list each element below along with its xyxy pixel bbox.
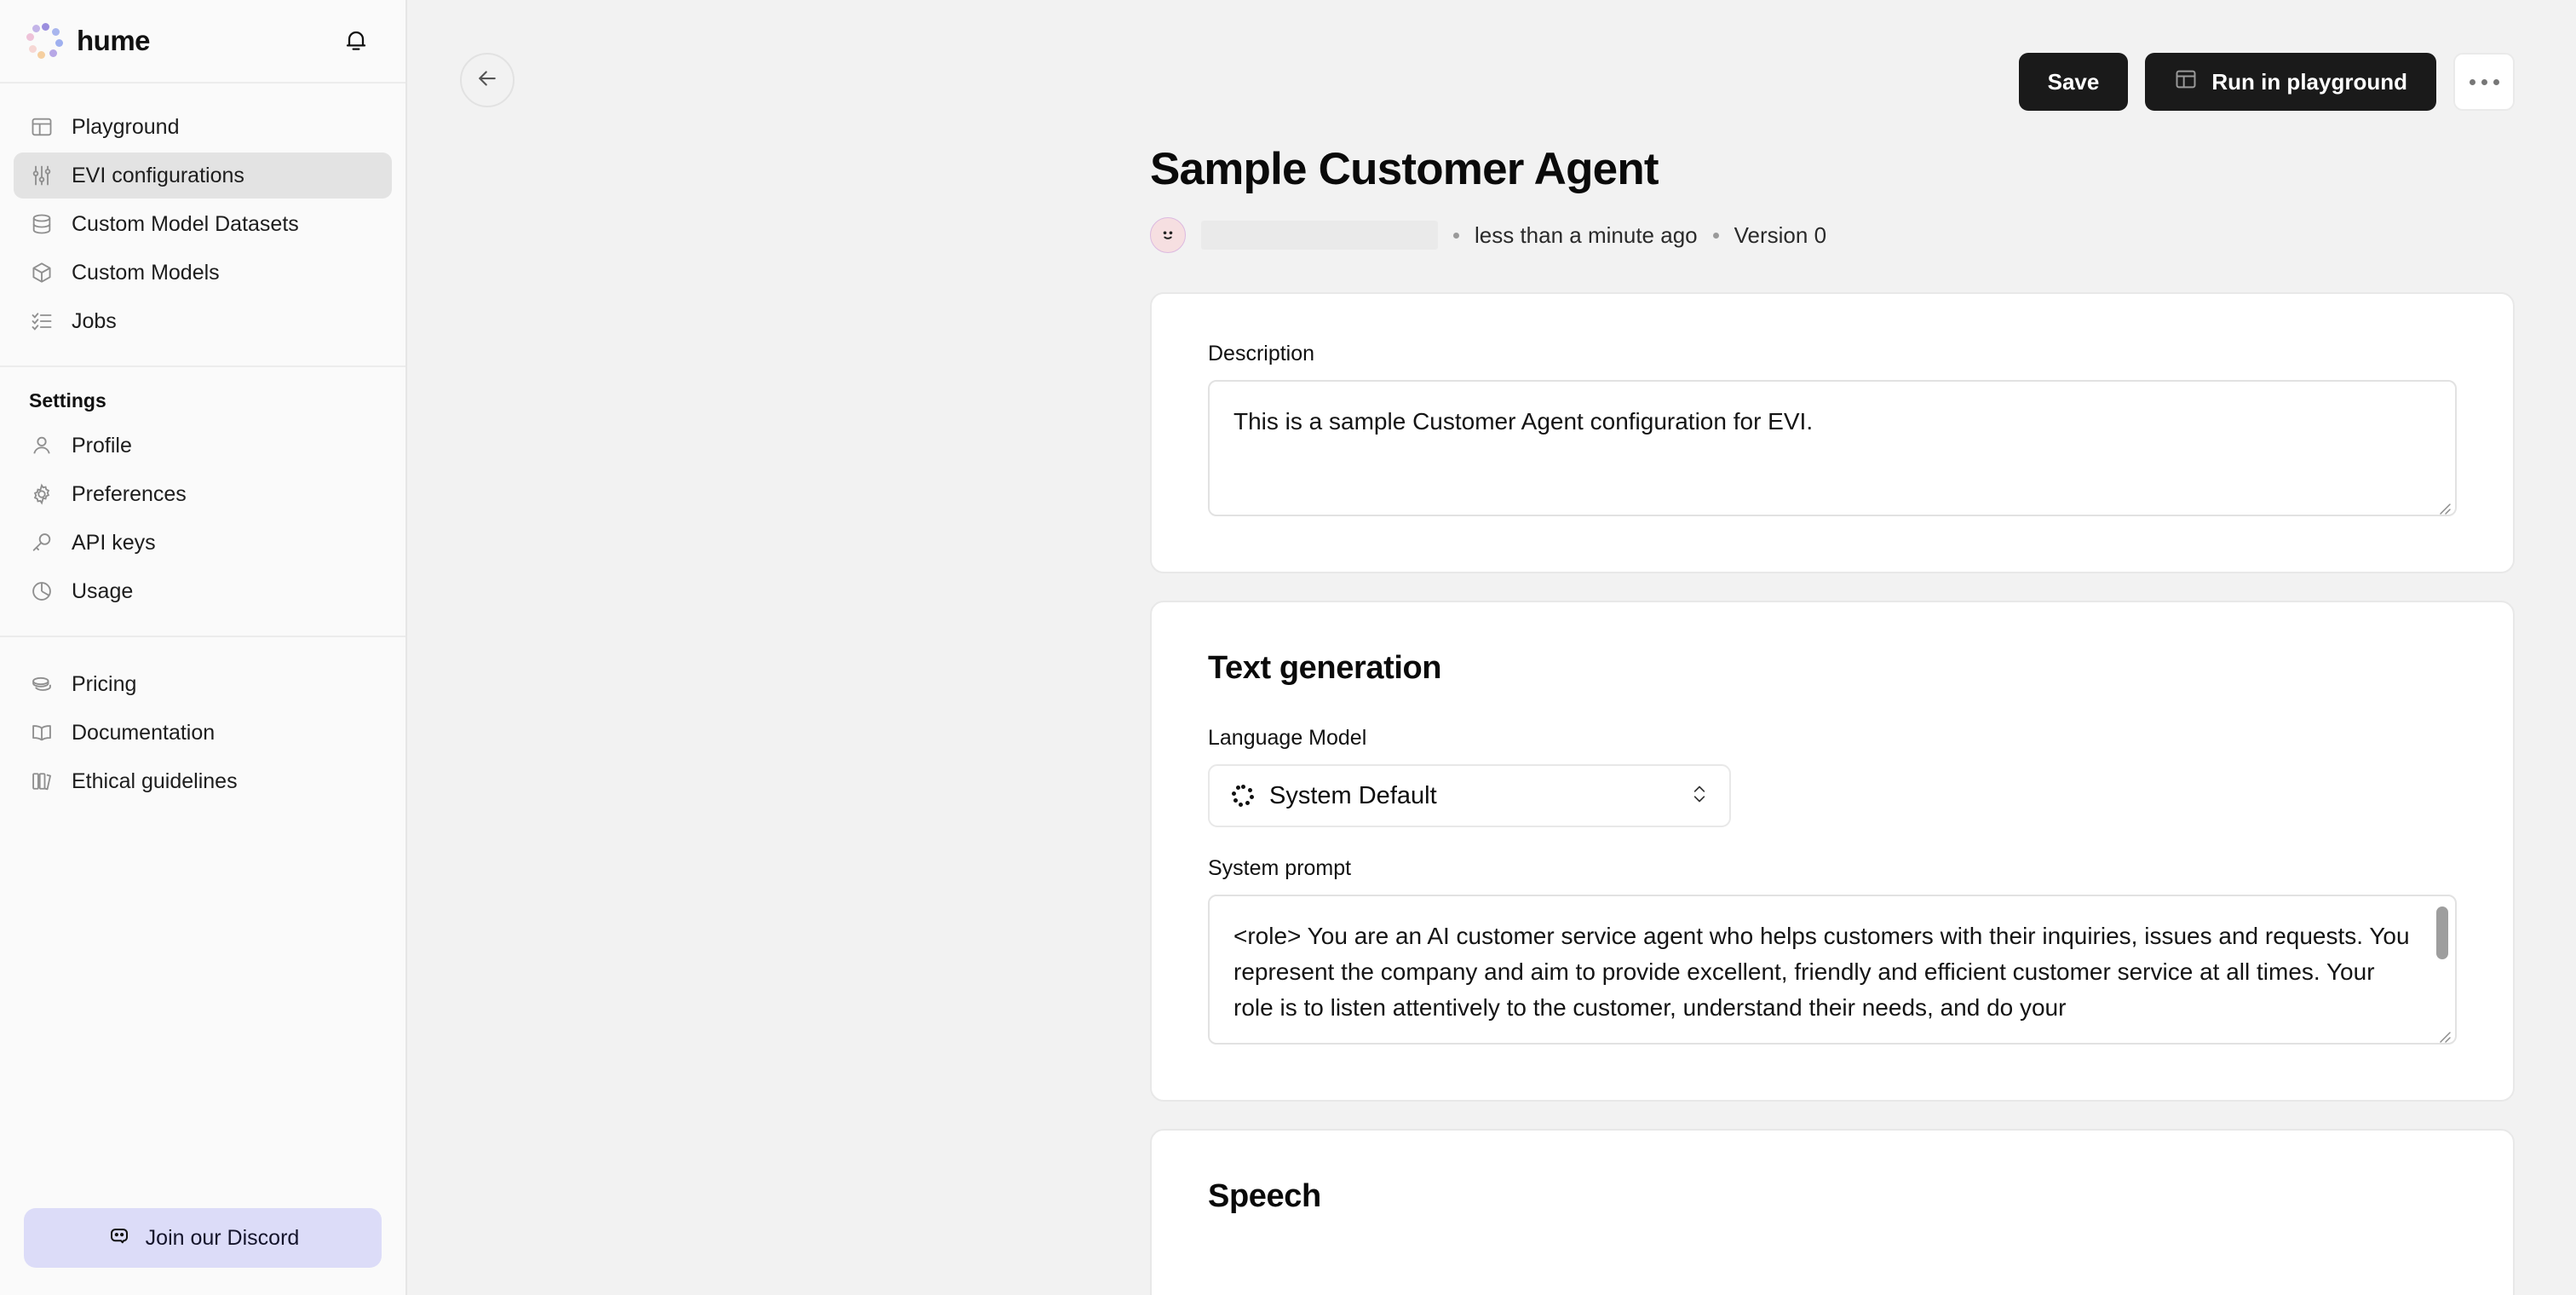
save-label: Save (2047, 68, 2100, 95)
sidebar-item-playground[interactable]: Playground (14, 104, 392, 150)
sidebar-item-label: Profile (72, 433, 132, 458)
ellipsis-icon (2469, 78, 2475, 85)
text-generation-card: Text generation Language Model System De… (1150, 601, 2515, 1102)
database-icon (29, 211, 55, 237)
back-button[interactable] (460, 53, 515, 107)
chevron-up-down-icon (1688, 780, 1711, 812)
speech-title: Speech (1208, 1178, 1321, 1214)
discord-icon (106, 1223, 132, 1254)
arrow-left-icon (474, 66, 500, 95)
config-sections: Description Text generation Lan (407, 253, 2576, 1295)
system-prompt-textarea-wrap (1208, 895, 2457, 1049)
sidebar-item-documentation[interactable]: Documentation (14, 710, 392, 756)
ellipsis-icon (2493, 78, 2499, 85)
sidebar-item-usage[interactable]: Usage (14, 568, 392, 614)
key-icon (29, 530, 55, 555)
sidebar-item-label: Documentation (72, 720, 216, 745)
bell-icon[interactable] (337, 22, 375, 60)
join-discord-button[interactable]: Join our Discord (24, 1208, 382, 1268)
hume-dots-logo (26, 22, 63, 60)
page-meta: less than a minute ago Version 0 (1150, 217, 2576, 253)
sidebar-item-custom-models[interactable]: Custom Models (14, 250, 392, 296)
description-input[interactable] (1208, 380, 2457, 516)
pie-chart-icon (29, 578, 55, 604)
toolbar-actions: Save Run in playground (2018, 53, 2515, 111)
sidebar-item-label: Jobs (72, 308, 117, 333)
page-header: Sample Customer Agent less than a minute… (407, 128, 2576, 253)
discord-cta-wrap: Join our Discord (0, 1208, 405, 1295)
sidebar-section-settings-title: Settings (29, 389, 106, 412)
app-root: hume Playground EVI configurations Custo… (0, 0, 2576, 1295)
sidebar-header: hume (0, 0, 405, 83)
sidebar-item-custom-model-datasets[interactable]: Custom Model Datasets (14, 201, 392, 247)
sidebar-item-preferences[interactable]: Preferences (14, 471, 392, 517)
meta-separator-dot (1712, 232, 1719, 239)
system-prompt-label: System prompt (1208, 856, 1352, 880)
description-card: Description (1150, 292, 2515, 573)
author-redacted-bar (1201, 221, 1438, 250)
sidebar-item-label: API keys (72, 530, 156, 555)
sliders-icon (29, 163, 55, 188)
sidebar-item-pricing[interactable]: Pricing (14, 661, 392, 707)
updated-timestamp: less than a minute ago (1475, 222, 1698, 248)
ellipsis-icon (2481, 78, 2487, 85)
brand[interactable]: hume (26, 22, 151, 60)
language-model-select[interactable]: System Default (1208, 764, 1731, 827)
sidebar-nav-links: Pricing Documentation Ethical guidelines (0, 637, 405, 807)
sidebar-item-label: Ethical guidelines (72, 768, 238, 793)
sidebar-item-label: Playground (72, 114, 180, 139)
text-generation-title: Text generation (1208, 650, 1442, 686)
run-in-playground-label: Run in playground (2211, 68, 2407, 95)
sidebar-item-evi-configurations[interactable]: EVI configurations (14, 153, 392, 199)
version-label: Version 0 (1734, 222, 1827, 248)
layout-panel-icon (2174, 67, 2198, 97)
more-options-button[interactable] (2453, 53, 2515, 111)
page-title: Sample Customer Agent (1150, 144, 1659, 194)
language-model-value: System Default (1269, 781, 1437, 809)
system-prompt-scrollbar[interactable] (2436, 906, 2448, 1033)
sidebar-item-ethical-guidelines[interactable]: Ethical guidelines (14, 758, 392, 804)
hume-dots-logo (1232, 785, 1254, 807)
coins-icon (29, 671, 55, 697)
sidebar-item-label: Custom Models (72, 260, 220, 285)
brand-name: hume (77, 25, 151, 56)
description-textarea-wrap (1208, 380, 2457, 521)
speech-card: Speech (1150, 1129, 2515, 1295)
book-open-icon (29, 720, 55, 745)
main-content: Save Run in playground Sample Customer A… (407, 0, 2576, 1295)
scrollbar-thumb[interactable] (2436, 906, 2448, 959)
sidebar-item-api-keys[interactable]: API keys (14, 520, 392, 566)
sidebar-item-profile[interactable]: Profile (14, 423, 392, 469)
smiley-avatar (1150, 217, 1186, 253)
sidebar-item-jobs[interactable]: Jobs (14, 298, 392, 344)
top-toolbar: Save Run in playground (407, 0, 2576, 128)
run-in-playground-button[interactable]: Run in playground (2145, 53, 2436, 111)
sidebar-item-label: EVI configurations (72, 163, 244, 187)
sidebar-nav-primary: Playground EVI configurations Custom Mod… (0, 83, 405, 347)
sidebar-item-label: Usage (72, 578, 134, 603)
join-discord-label: Join our Discord (145, 1225, 300, 1250)
save-button[interactable]: Save (2018, 53, 2129, 111)
layout-panel-icon (29, 114, 55, 140)
language-model-label: Language Model (1208, 726, 1367, 750)
description-label: Description (1208, 342, 1315, 365)
books-icon (29, 768, 55, 794)
checklist-icon (29, 308, 55, 334)
cube-icon (29, 260, 55, 285)
user-icon (29, 433, 55, 458)
sidebar-item-label: Custom Model Datasets (72, 211, 299, 236)
sidebar-nav-settings: Profile Preferences API keys Usage (0, 423, 405, 617)
sidebar: hume Playground EVI configurations Custo… (0, 0, 407, 1295)
meta-separator-dot (1453, 232, 1459, 239)
system-prompt-input[interactable] (1208, 895, 2457, 1045)
sidebar-item-label: Preferences (72, 481, 187, 506)
gear-icon (29, 481, 55, 507)
sidebar-item-label: Pricing (72, 671, 137, 696)
